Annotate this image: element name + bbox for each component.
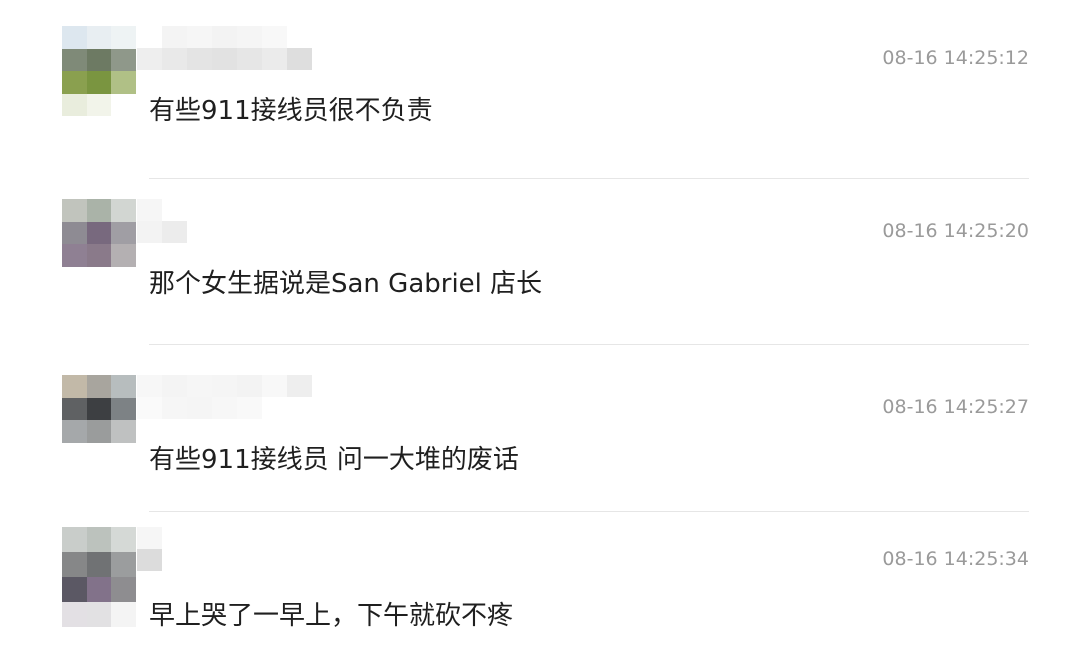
username-blurred[interactable] (137, 26, 312, 70)
comment-timestamp: 08-16 14:25:27 (882, 396, 1029, 418)
comment-text: 那个女生据说是San Gabriel 店长 (149, 269, 543, 299)
comment-text: 有些911接线员很不负责 (149, 96, 433, 126)
divider (149, 178, 1029, 179)
username-blurred[interactable] (137, 527, 187, 571)
avatar[interactable] (62, 527, 136, 627)
username-blurred[interactable] (137, 375, 312, 419)
comment-feed: { "comments": [ {"timestamp": "08-16 14:… (0, 0, 1080, 658)
divider (149, 344, 1029, 345)
comment-timestamp: 08-16 14:25:20 (882, 220, 1029, 242)
comment-timestamp: 08-16 14:25:34 (882, 548, 1029, 570)
divider (149, 511, 1029, 512)
avatar[interactable] (62, 375, 136, 465)
username-blurred[interactable] (137, 199, 237, 243)
comment-text: 有些911接线员 问一大堆的废话 (149, 445, 519, 475)
avatar[interactable] (62, 26, 136, 116)
avatar[interactable] (62, 199, 136, 289)
comment-timestamp: 08-16 14:25:12 (882, 47, 1029, 69)
comment-text: 早上哭了一早上，下午就砍不疼 (149, 601, 514, 631)
